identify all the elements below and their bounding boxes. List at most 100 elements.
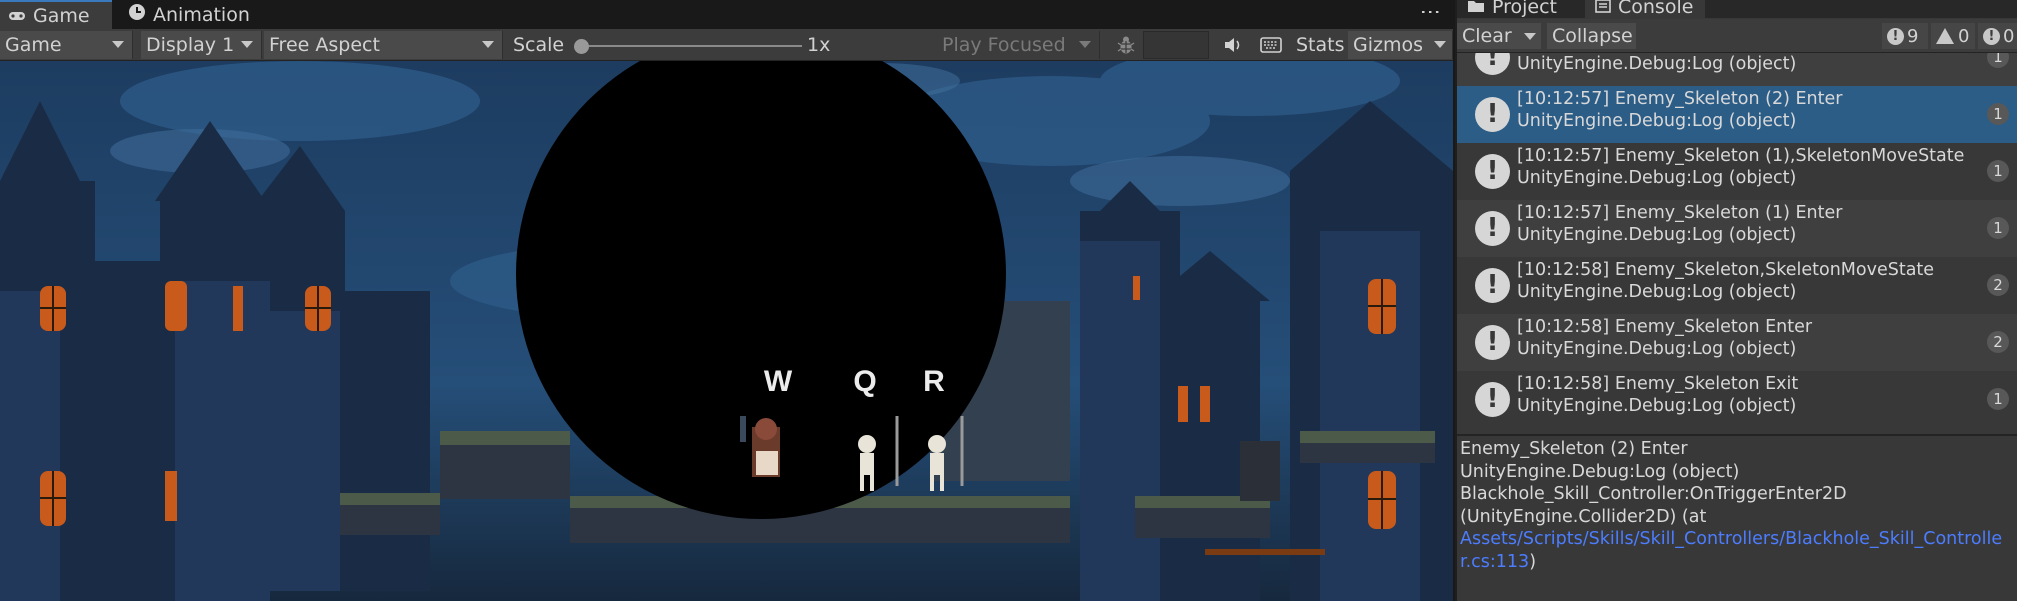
chevron-down-icon: [482, 41, 494, 48]
console-toolbar: Clear Collapse ! 9 0 ! 0: [1457, 19, 2017, 53]
console-tab-bar: Project Console: [1457, 0, 2017, 18]
aspect-dropdown[interactable]: Free Aspect: [264, 31, 503, 59]
tab-game-label: Game: [33, 4, 90, 27]
log-entry[interactable]: ! [10:12:58] Enemy_Skeleton,SkeletonMove…: [1457, 257, 2017, 314]
log-entry-count: 1: [1987, 388, 2009, 410]
console-panel: Project Console Clear Collapse ! 9 0 ! 0…: [1455, 0, 2017, 601]
game-view-panel: Game Animation ⋮ Game Display 1 Free Asp…: [0, 0, 1453, 601]
log-entry[interactable]: ! [10:12:57] Enemy_Skeleton (1),Skeleton…: [1457, 143, 2017, 200]
console-icon: [1595, 0, 1611, 18]
display-value: Display 1: [146, 34, 235, 56]
scale-slider-track[interactable]: [580, 45, 802, 47]
log-info-icon: !: [1475, 268, 1510, 303]
bug-icon[interactable]: [1105, 31, 1141, 59]
log-entry-message: [10:12:58] Enemy_Skeleton,SkeletonMoveSt…: [1517, 260, 1935, 280]
keyboard-icon[interactable]: [1250, 31, 1286, 59]
chevron-down-icon: [112, 41, 124, 48]
source-file-link[interactable]: r.cs:113: [1460, 552, 1529, 572]
log-info-icon: !: [1475, 97, 1510, 132]
log-entry-count: 1: [1987, 53, 2009, 68]
chevron-down-icon: [1524, 33, 1536, 40]
game-viewport[interactable]: W Q R: [0, 61, 1453, 601]
scale-value: 1x: [807, 34, 831, 56]
aspect-value: Free Aspect: [269, 34, 380, 56]
log-entry-source: UnityEngine.Debug:Log (object): [1517, 111, 1797, 131]
log-entry-selected[interactable]: ! [10:12:57] Enemy_Skeleton (2) Enter Un…: [1457, 86, 2017, 143]
log-count: 9: [1907, 25, 1919, 47]
stats-button[interactable]: Stats: [1291, 31, 1345, 59]
log-list[interactable]: ! UnityEngine.Debug:Log (object) 1 ! [10…: [1457, 53, 2017, 432]
play-mode-dropdown[interactable]: Play Focused: [937, 31, 1100, 59]
info-icon: !: [1887, 27, 1904, 45]
log-entry-source: UnityEngine.Debug:Log (object): [1517, 396, 1797, 416]
log-info-icon: !: [1475, 325, 1510, 360]
game-tab-bar: Game Animation ⋮: [0, 0, 1453, 29]
log-entry-source: UnityEngine.Debug:Log (object): [1517, 282, 1797, 302]
error-count-toggle[interactable]: ! 0: [1978, 23, 2017, 49]
chevron-down-icon: [241, 41, 253, 48]
log-info-icon: !: [1475, 154, 1510, 189]
detail-stack-line: (UnityEngine.Collider2D) (at: [1460, 506, 1707, 527]
log-info-icon: !: [1475, 53, 1510, 75]
display-dropdown[interactable]: Display 1: [141, 31, 262, 59]
clear-button[interactable]: Clear: [1457, 23, 1519, 49]
collapse-toggle[interactable]: Collapse: [1547, 23, 1636, 49]
hotkey-label: R: [923, 365, 945, 398]
log-entry-source: UnityEngine.Debug:Log (object): [1517, 225, 1797, 245]
log-entry-source: UnityEngine.Debug:Log (object): [1517, 54, 1797, 74]
tab-project[interactable]: Project: [1457, 0, 1575, 18]
log-entry-message: [10:12:58] Enemy_Skeleton Enter: [1517, 317, 1813, 337]
scale-label: Scale: [513, 34, 565, 56]
resolution-field[interactable]: [1143, 31, 1209, 59]
tab-game[interactable]: Game: [0, 0, 112, 29]
log-info-icon: !: [1475, 382, 1510, 417]
log-detail-pane[interactable]: Enemy_Skeleton (2) Enter UnityEngine.Deb…: [1457, 434, 2017, 601]
log-entry-count: 1: [1987, 160, 2009, 182]
detail-stack-line: Blackhole_Skill_Controller:OnTriggerEnte…: [1460, 484, 1847, 504]
hotkey-label: Q: [853, 365, 876, 398]
log-entry[interactable]: ! [10:12:58] Enemy_Skeleton Enter UnityE…: [1457, 314, 2017, 371]
clear-options-dropdown[interactable]: [1519, 23, 1541, 49]
log-entry-count: 2: [1987, 331, 2009, 353]
play-mode-value: Play Focused: [942, 34, 1066, 56]
more-options-icon[interactable]: ⋮: [1419, 2, 1443, 20]
warning-count: 0: [1958, 25, 1970, 47]
clock-icon: [128, 3, 146, 26]
scale-slider-handle[interactable]: [574, 39, 589, 54]
log-entry-source: UnityEngine.Debug:Log (object): [1517, 339, 1797, 359]
chevron-down-icon: [1434, 41, 1446, 48]
gizmos-button[interactable]: Gizmos: [1348, 31, 1431, 59]
log-entry-message: [10:12:57] Enemy_Skeleton (1) Enter: [1517, 203, 1843, 223]
view-mode-dropdown[interactable]: Game: [0, 31, 133, 59]
detail-stack-line: UnityEngine.Debug:Log (object): [1460, 461, 1740, 482]
warning-icon: [1936, 28, 1954, 44]
gamepad-icon: [8, 5, 26, 27]
log-entry-message: [10:12:57] Enemy_Skeleton (1),SkeletonMo…: [1517, 146, 1965, 166]
source-file-link[interactable]: Assets/Scripts/Skills/Skill_Controllers/…: [1460, 529, 2002, 549]
warning-count-toggle[interactable]: 0: [1931, 23, 1975, 49]
tab-animation[interactable]: Animation: [120, 0, 260, 29]
view-mode-value: Game: [5, 34, 62, 56]
log-entry-message: [10:12:58] Enemy_Skeleton Exit: [1517, 374, 1799, 394]
tab-animation-label: Animation: [153, 3, 250, 26]
error-icon: !: [1983, 27, 2000, 45]
log-entry[interactable]: ! [10:12:58] Enemy_Skeleton Exit UnityEn…: [1457, 371, 2017, 428]
gizmos-dropdown[interactable]: [1431, 31, 1453, 59]
log-entry[interactable]: ! [10:12:57] Enemy_Skeleton (1) Enter Un…: [1457, 200, 2017, 257]
log-entry[interactable]: ! UnityEngine.Debug:Log (object) 1: [1457, 53, 2017, 86]
log-entry-count: 2: [1987, 274, 2009, 296]
log-entry-count: 1: [1987, 103, 2009, 125]
log-entry-source: UnityEngine.Debug:Log (object): [1517, 168, 1797, 188]
detail-message: Enemy_Skeleton (2) Enter: [1460, 439, 1688, 459]
log-entry-count: 1: [1987, 217, 2009, 239]
error-count: 0: [2003, 25, 2015, 47]
tab-console-label: Console: [1618, 0, 1694, 18]
log-info-icon: !: [1475, 211, 1510, 246]
folder-icon: [1467, 0, 1485, 18]
tab-console[interactable]: Console: [1585, 0, 1705, 18]
chevron-down-icon: [1079, 41, 1091, 48]
scene-artwork: W Q R: [0, 61, 1453, 601]
log-count-toggle[interactable]: ! 9: [1882, 23, 1928, 49]
speaker-icon[interactable]: [1213, 31, 1247, 59]
log-entry-message: [10:12:57] Enemy_Skeleton (2) Enter: [1517, 89, 1843, 109]
